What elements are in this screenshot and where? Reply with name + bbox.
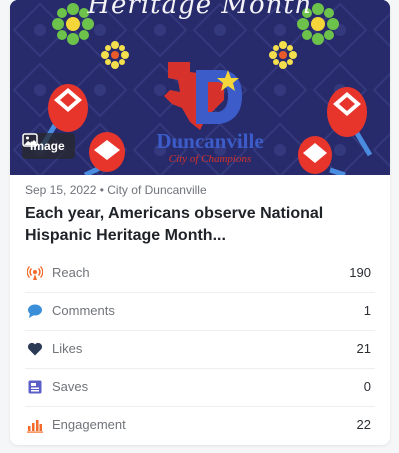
metric-label: Reach [52, 265, 90, 280]
metric-row-engagement: Engagement 22 [25, 407, 375, 444]
metric-label: Likes [52, 341, 83, 356]
hero-title: Heritage Month [87, 0, 313, 20]
metric-row-likes: Likes 21 [25, 331, 375, 369]
comment-icon [28, 304, 42, 318]
metric-label: Comments [52, 303, 115, 318]
metric-label: Engagement [52, 417, 126, 432]
broadcast-icon [27, 266, 43, 280]
metric-value: 1 [363, 303, 371, 318]
metric-row-comments: Comments 1 [25, 293, 375, 331]
brand-tagline: City of Champions [168, 153, 252, 165]
media-type-badge: Image [22, 133, 75, 159]
metric-row-saves: Saves 0 [25, 369, 375, 407]
post-headline[interactable]: Each year, Americans observe National Hi… [25, 203, 380, 247]
post-card[interactable]: Heritage Month Duncanville City of Champ… [10, 0, 390, 445]
image-icon [22, 133, 38, 147]
bar-chart-icon [27, 420, 43, 433]
metric-value: 22 [356, 417, 371, 432]
post-meta: Sep 15, 2022 • City of Duncanville [25, 183, 207, 197]
metric-value: 0 [363, 379, 371, 394]
metric-row-reach: Reach 190 [25, 255, 375, 293]
metric-label: Saves [52, 379, 89, 394]
metric-value: 190 [349, 265, 371, 280]
brand-name: Duncanville [156, 129, 264, 153]
bookmark-icon [28, 380, 42, 394]
metric-value: 21 [356, 341, 371, 356]
heart-icon [27, 342, 43, 356]
metrics-list: Reach 190 Comments 1 Likes 21 Saves 0 En… [10, 255, 390, 444]
post-image[interactable]: Heritage Month Duncanville City of Champ… [10, 0, 390, 175]
